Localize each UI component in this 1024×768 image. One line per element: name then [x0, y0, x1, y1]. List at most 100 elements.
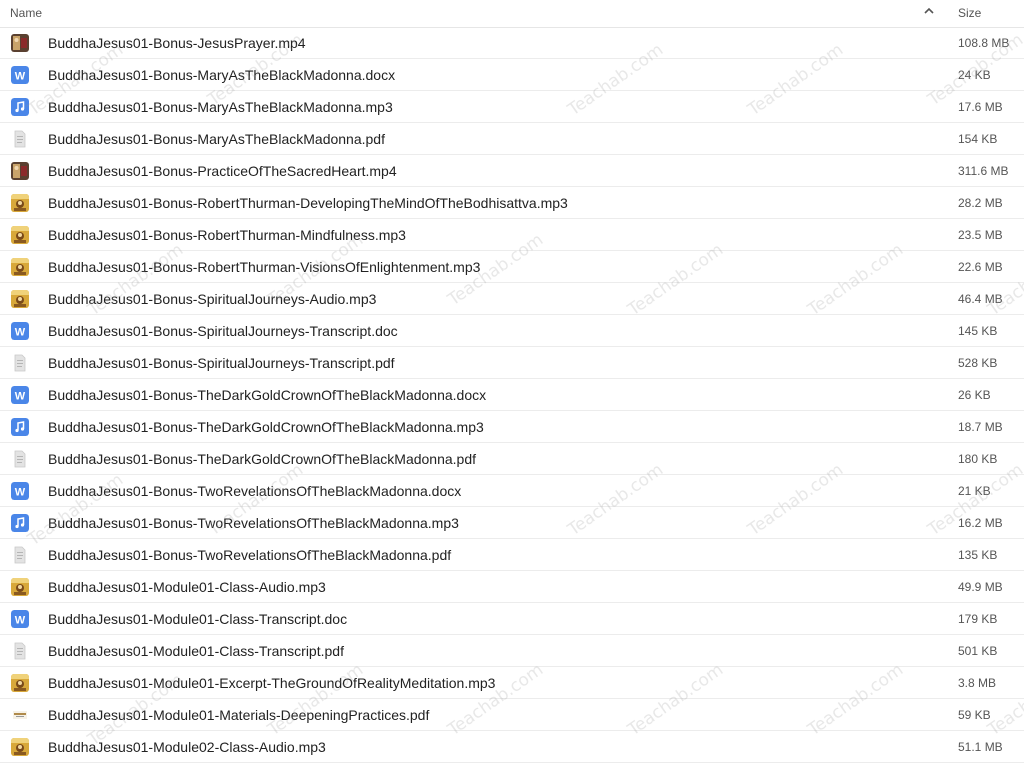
pdf-icon [11, 642, 29, 660]
file-name[interactable]: BuddhaJesus01-Bonus-MaryAsTheBlackMadonn… [48, 67, 395, 83]
file-size: 501 KB [958, 644, 998, 658]
file-name[interactable]: BuddhaJesus01-Module02-Class-Audio.mp3 [48, 739, 326, 755]
file-row[interactable]: BuddhaJesus01-Bonus-MaryAsTheBlackMadonn… [0, 123, 1024, 155]
file-name[interactable]: BuddhaJesus01-Bonus-TheDarkGoldCrownOfTh… [48, 387, 486, 403]
file-size: 135 KB [958, 548, 998, 562]
file-row[interactable]: BuddhaJesus01-Module01-Class-Audio.mp3 49… [0, 571, 1024, 603]
svg-text:W: W [15, 487, 26, 499]
file-size: 311.6 MB [958, 164, 1009, 178]
file-row[interactable]: BuddhaJesus01-Bonus-TwoRevelationsOfTheB… [0, 507, 1024, 539]
file-size: 59 KB [958, 708, 991, 722]
file-row[interactable]: BuddhaJesus01-Bonus-JesusPrayer.mp4 108.8… [0, 27, 1024, 59]
file-list-header: Name Size [0, 0, 1024, 28]
file-name[interactable]: BuddhaJesus01-Bonus-SpiritualJourneys-Au… [48, 291, 376, 307]
file-list: BuddhaJesus01-Bonus-JesusPrayer.mp4 108.8… [0, 27, 1024, 763]
file-name[interactable]: BuddhaJesus01-Bonus-JesusPrayer.mp4 [48, 35, 306, 51]
file-size: 23.5 MB [958, 228, 1003, 242]
audio-icon [11, 514, 29, 532]
pdf-thumbnail-icon [11, 706, 29, 724]
file-name[interactable]: BuddhaJesus01-Bonus-RobertThurman-Mindfu… [48, 227, 406, 243]
svg-text:W: W [15, 391, 26, 403]
file-name[interactable]: BuddhaJesus01-Bonus-TheDarkGoldCrownOfTh… [48, 419, 484, 435]
svg-text:W: W [15, 71, 26, 83]
audio-icon [11, 418, 29, 436]
file-row[interactable]: W BuddhaJesus01-Bonus-SpiritualJourneys-T… [0, 315, 1024, 347]
file-name[interactable]: BuddhaJesus01-Bonus-TwoRevelationsOfTheB… [48, 483, 461, 499]
file-size: 16.2 MB [958, 516, 1003, 530]
column-header-size[interactable]: Size [958, 6, 981, 20]
album-art-icon [11, 194, 29, 212]
file-name[interactable]: BuddhaJesus01-Bonus-RobertThurman-Develo… [48, 195, 568, 211]
file-name[interactable]: BuddhaJesus01-Bonus-TwoRevelationsOfTheB… [48, 515, 459, 531]
file-size: 49.9 MB [958, 580, 1003, 594]
file-size: 145 KB [958, 324, 998, 338]
album-art-icon [11, 258, 29, 276]
album-art-icon [11, 738, 29, 756]
word-doc-icon: W [11, 386, 29, 404]
file-row[interactable]: W BuddhaJesus01-Bonus-MaryAsTheBlackMadon… [0, 59, 1024, 91]
file-size: 3.8 MB [958, 676, 997, 690]
pdf-icon [11, 354, 29, 372]
video-thumbnail-icon [11, 162, 29, 180]
file-size: 180 KB [958, 452, 998, 466]
file-row[interactable]: BuddhaJesus01-Module01-Class-Transcript.… [0, 635, 1024, 667]
file-size: 26 KB [958, 388, 991, 402]
file-name[interactable]: BuddhaJesus01-Bonus-SpiritualJourneys-Tr… [48, 323, 398, 339]
file-name[interactable]: BuddhaJesus01-Bonus-PracticeOfTheSacredH… [48, 163, 397, 179]
file-name[interactable]: BuddhaJesus01-Module01-Excerpt-TheGround… [48, 675, 495, 691]
file-name[interactable]: BuddhaJesus01-Bonus-MaryAsTheBlackMadonn… [48, 99, 393, 115]
file-name[interactable]: BuddhaJesus01-Module01-Class-Audio.mp3 [48, 579, 326, 595]
file-name[interactable]: BuddhaJesus01-Bonus-TwoRevelationsOfTheB… [48, 547, 451, 563]
file-size: 18.7 MB [958, 420, 1003, 434]
word-doc-icon: W [11, 322, 29, 340]
pdf-icon [11, 450, 29, 468]
file-size: 24 KB [958, 68, 991, 82]
file-row[interactable]: BuddhaJesus01-Bonus-TheDarkGoldCrownOfTh… [0, 443, 1024, 475]
word-doc-icon: W [11, 482, 29, 500]
audio-icon [11, 98, 29, 116]
file-row[interactable]: BuddhaJesus01-Bonus-RobertThurman-Vision… [0, 251, 1024, 283]
file-row[interactable]: BuddhaJesus01-Module01-Materials-Deepeni… [0, 699, 1024, 731]
file-size: 179 KB [958, 612, 998, 626]
file-row[interactable]: W BuddhaJesus01-Module01-Class-Transcript… [0, 603, 1024, 635]
chevron-up-icon[interactable] [922, 4, 936, 18]
file-name[interactable]: BuddhaJesus01-Module01-Class-Transcript.… [48, 611, 347, 627]
file-row[interactable]: BuddhaJesus01-Module02-Class-Audio.mp3 51… [0, 731, 1024, 763]
file-row[interactable]: BuddhaJesus01-Bonus-SpiritualJourneys-Au… [0, 283, 1024, 315]
file-size: 51.1 MB [958, 740, 1003, 754]
file-name[interactable]: BuddhaJesus01-Bonus-SpiritualJourneys-Tr… [48, 355, 395, 371]
file-size: 528 KB [958, 356, 998, 370]
file-row[interactable]: BuddhaJesus01-Bonus-SpiritualJourneys-Tr… [0, 347, 1024, 379]
file-size: 21 KB [958, 484, 991, 498]
file-size: 154 KB [958, 132, 998, 146]
column-header-name[interactable]: Name [10, 6, 42, 20]
file-row[interactable]: W BuddhaJesus01-Bonus-TwoRevelationsOfThe… [0, 475, 1024, 507]
file-row[interactable]: BuddhaJesus01-Bonus-RobertThurman-Develo… [0, 187, 1024, 219]
file-row[interactable]: BuddhaJesus01-Bonus-RobertThurman-Mindfu… [0, 219, 1024, 251]
svg-text:W: W [15, 615, 26, 627]
file-row[interactable]: BuddhaJesus01-Bonus-TwoRevelationsOfTheB… [0, 539, 1024, 571]
file-name[interactable]: BuddhaJesus01-Module01-Class-Transcript.… [48, 643, 344, 659]
file-size: 46.4 MB [958, 292, 1003, 306]
file-row[interactable]: W BuddhaJesus01-Bonus-TheDarkGoldCrownOfT… [0, 379, 1024, 411]
file-size: 22.6 MB [958, 260, 1003, 274]
word-doc-icon: W [11, 66, 29, 84]
file-size: 17.6 MB [958, 100, 1003, 114]
file-row[interactable]: BuddhaJesus01-Bonus-PracticeOfTheSacredH… [0, 155, 1024, 187]
album-art-icon [11, 578, 29, 596]
svg-text:W: W [15, 327, 26, 339]
file-row[interactable]: BuddhaJesus01-Bonus-MaryAsTheBlackMadonn… [0, 91, 1024, 123]
video-thumbnail-icon [11, 34, 29, 52]
pdf-icon [11, 130, 29, 148]
file-name[interactable]: BuddhaJesus01-Bonus-MaryAsTheBlackMadonn… [48, 131, 385, 147]
file-size: 28.2 MB [958, 196, 1003, 210]
album-art-icon [11, 226, 29, 244]
file-size: 108.8 MB [958, 36, 1010, 50]
file-row[interactable]: BuddhaJesus01-Bonus-TheDarkGoldCrownOfTh… [0, 411, 1024, 443]
file-name[interactable]: BuddhaJesus01-Bonus-RobertThurman-Vision… [48, 259, 480, 275]
album-art-icon [11, 290, 29, 308]
file-name[interactable]: BuddhaJesus01-Bonus-TheDarkGoldCrownOfTh… [48, 451, 476, 467]
word-doc-icon: W [11, 610, 29, 628]
file-name[interactable]: BuddhaJesus01-Module01-Materials-Deepeni… [48, 707, 429, 723]
file-row[interactable]: BuddhaJesus01-Module01-Excerpt-TheGround… [0, 667, 1024, 699]
